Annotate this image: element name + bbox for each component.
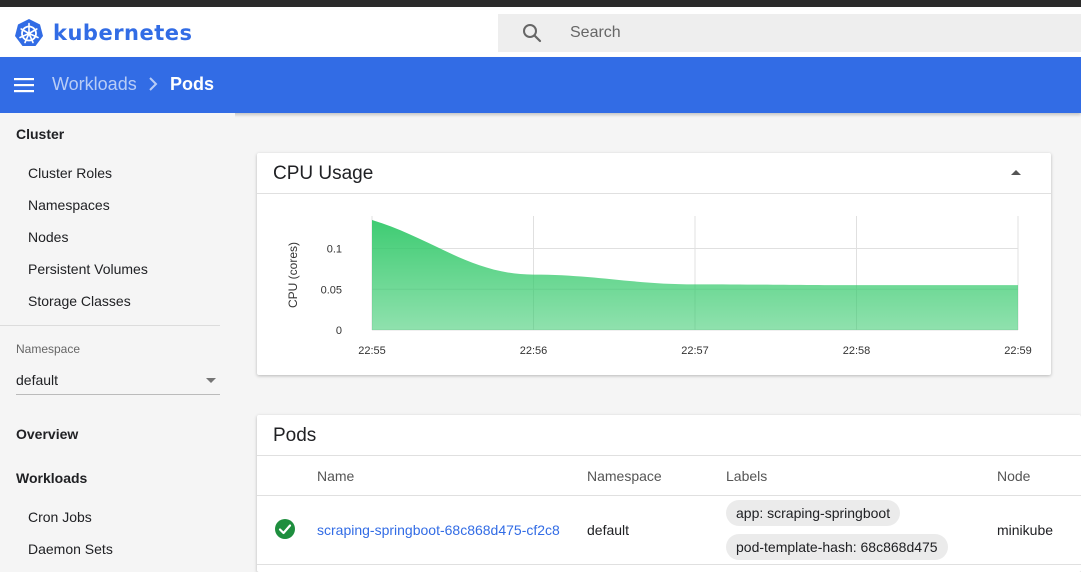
search-input[interactable] bbox=[570, 14, 1070, 52]
sidebar: Cluster Cluster Roles Namespaces Nodes P… bbox=[0, 113, 235, 572]
x-tick-label: 22:57 bbox=[681, 345, 709, 357]
sidebar-heading-cluster[interactable]: Cluster bbox=[16, 126, 64, 142]
brand-name: kubernetes bbox=[53, 21, 193, 45]
kubernetes-logo-icon bbox=[15, 19, 43, 46]
sidebar-item-storage-classes[interactable]: Storage Classes bbox=[28, 293, 131, 309]
collapse-arrow-icon[interactable] bbox=[1011, 170, 1021, 175]
sidebar-item-overview[interactable]: Overview bbox=[16, 426, 78, 442]
y-tick-label: 0.05 bbox=[321, 284, 342, 296]
check-circle-icon bbox=[275, 519, 295, 539]
window-top-strip bbox=[0, 0, 1081, 7]
column-header-labels: Labels bbox=[726, 468, 768, 484]
app-header: kubernetes bbox=[0, 7, 1081, 57]
sidebar-item-namespaces[interactable]: Namespaces bbox=[28, 197, 110, 213]
x-tick-label: 22:55 bbox=[358, 345, 386, 357]
cpu-usage-card: CPU Usage 0 0.05 0.1 22:55 22:56 22:57 22:58 22… bbox=[257, 153, 1051, 375]
breadcrumb-workloads[interactable]: Workloads bbox=[52, 74, 137, 95]
x-tick-label: 22:59 bbox=[1004, 345, 1032, 357]
namespace-label: Namespace bbox=[16, 342, 81, 356]
search-bar[interactable] bbox=[498, 14, 1081, 52]
sidebar-item-cluster-roles[interactable]: Cluster Roles bbox=[28, 165, 112, 181]
x-tick-label: 22:58 bbox=[843, 345, 871, 357]
pod-namespace: default bbox=[587, 522, 630, 538]
dropdown-caret-icon[interactable] bbox=[206, 378, 216, 383]
column-header-node[interactable]: Node bbox=[997, 468, 1030, 484]
breadcrumb-pods: Pods bbox=[170, 74, 215, 94]
y-tick-label: 0 bbox=[336, 325, 342, 337]
namespace-select[interactable]: default bbox=[16, 369, 220, 395]
column-header-namespace[interactable]: Namespace bbox=[587, 468, 662, 484]
pods-card: Pods Name Namespace Labels Node scraping… bbox=[257, 415, 1081, 572]
table-row-divider bbox=[257, 564, 1081, 565]
header-divider bbox=[257, 455, 1081, 456]
y-tick-label: 0.1 bbox=[327, 244, 342, 256]
label-chip: app: scraping-springboot bbox=[726, 500, 901, 526]
y-axis-label: CPU (cores) bbox=[286, 242, 300, 308]
search-icon[interactable] bbox=[522, 23, 542, 43]
sidebar-item-cron-jobs[interactable]: Cron Jobs bbox=[28, 509, 92, 525]
x-tick-label: 22:56 bbox=[520, 345, 548, 357]
sidebar-item-persistent-volumes[interactable]: Persistent Volumes bbox=[28, 261, 148, 277]
pod-name-link[interactable]: scraping-springboot-68c868d475-cf2c8 bbox=[317, 522, 560, 538]
toolbar: Workloads Pods bbox=[0, 57, 1081, 113]
column-header-name[interactable]: Name bbox=[317, 468, 354, 484]
pod-node: minikube bbox=[997, 522, 1054, 538]
cpu-usage-chart: 0 0.05 0.1 22:55 22:56 22:57 22:58 22:59 CPU (co… bbox=[286, 216, 1032, 357]
sidebar-heading-workloads[interactable]: Workloads bbox=[16, 470, 87, 486]
pods-card-title: Pods bbox=[273, 425, 317, 446]
label-chip: pod-template-hash: 68c868d475 bbox=[726, 534, 948, 560]
cpu-card-title: CPU Usage bbox=[273, 163, 374, 184]
brand[interactable]: kubernetes bbox=[14, 18, 193, 48]
sidebar-divider bbox=[0, 325, 220, 326]
namespace-value: default bbox=[16, 372, 59, 388]
chevron-right-icon bbox=[149, 77, 158, 91]
sidebar-item-nodes[interactable]: Nodes bbox=[28, 229, 68, 245]
sidebar-item-daemon-sets[interactable]: Daemon Sets bbox=[28, 541, 113, 557]
table-header-divider bbox=[257, 495, 1081, 496]
hamburger-menu-icon[interactable] bbox=[13, 74, 35, 96]
